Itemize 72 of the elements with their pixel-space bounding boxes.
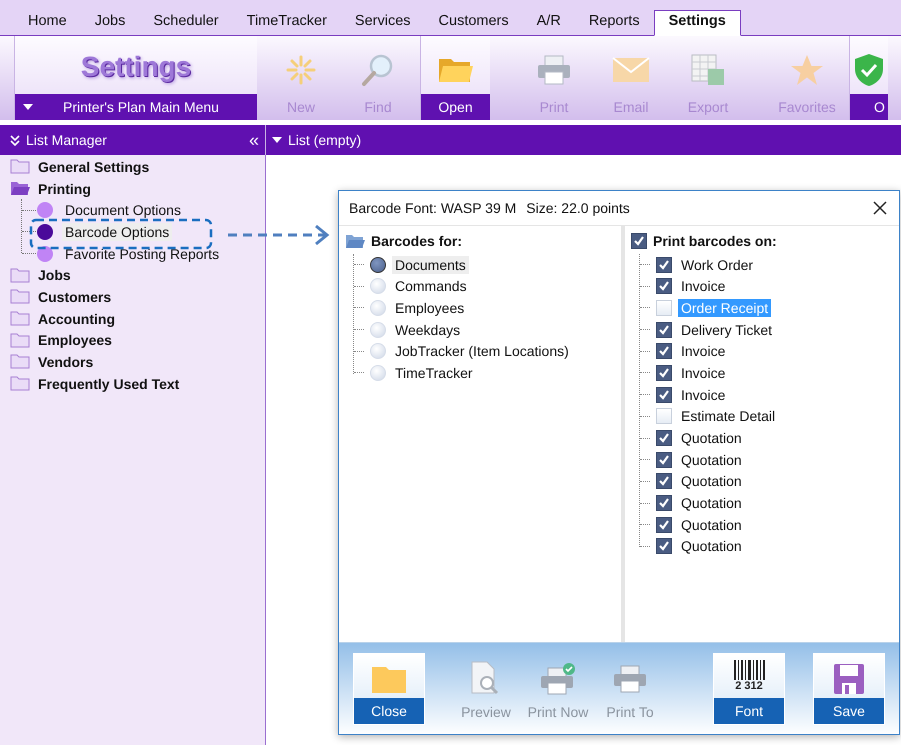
document-label[interactable]: Estimate Detail bbox=[678, 407, 778, 426]
radio-button[interactable] bbox=[370, 256, 386, 272]
document-label[interactable]: Work Order bbox=[678, 256, 756, 274]
menu-tab[interactable]: Services bbox=[340, 10, 425, 36]
checkbox[interactable] bbox=[656, 278, 672, 294]
checkbox[interactable] bbox=[656, 343, 672, 360]
sidebar-item[interactable]: Jobs bbox=[38, 267, 71, 284]
open-button[interactable]: Open bbox=[420, 36, 490, 120]
save-button[interactable]: Save bbox=[813, 652, 885, 724]
double-chevron-icon bbox=[10, 134, 20, 146]
dialog-title: Barcode Font: WASP 39 M bbox=[349, 200, 516, 216]
menu-tab[interactable]: Jobs bbox=[80, 10, 140, 36]
shield-button[interactable]: O bbox=[849, 36, 888, 120]
section-title: Barcodes for: bbox=[371, 233, 462, 249]
caret-icon bbox=[23, 104, 33, 110]
checkbox[interactable] bbox=[656, 473, 672, 490]
checkbox[interactable] bbox=[656, 516, 672, 533]
size-label: Size: 22.0 points bbox=[526, 200, 630, 216]
checkbox[interactable] bbox=[656, 322, 672, 338]
document-label[interactable]: Invoice bbox=[678, 342, 728, 360]
document-label[interactable]: Quotation bbox=[678, 429, 745, 447]
main-menu-button[interactable]: Printer's Plan Main Menu bbox=[15, 94, 257, 120]
sidebar-item[interactable]: Customers bbox=[38, 288, 112, 305]
document-label[interactable]: Quotation bbox=[678, 450, 745, 469]
option-label[interactable]: Employees bbox=[392, 298, 468, 317]
sidebar-item[interactable]: Document Options bbox=[62, 201, 184, 220]
sidebar-item[interactable]: Favorite Posting Reports bbox=[62, 244, 222, 263]
folder-icon bbox=[345, 234, 365, 248]
document-label[interactable]: Quotation bbox=[678, 537, 745, 556]
panel-title: List (empty) bbox=[288, 132, 362, 148]
option-label[interactable]: Commands bbox=[392, 277, 470, 296]
document-label[interactable]: Invoice bbox=[678, 386, 728, 404]
document-label[interactable]: Invoice bbox=[678, 364, 728, 382]
checkbox[interactable] bbox=[656, 386, 672, 403]
menu-tab[interactable]: Reports bbox=[574, 10, 654, 36]
sidebar-item[interactable]: Printing bbox=[38, 180, 91, 197]
sidebar-item[interactable]: Employees bbox=[38, 332, 112, 348]
close-icon[interactable] bbox=[873, 201, 887, 215]
checkbox[interactable] bbox=[631, 233, 647, 249]
checkbox[interactable] bbox=[656, 495, 672, 512]
menu-tab[interactable]: Customers bbox=[424, 10, 523, 36]
checkbox[interactable] bbox=[656, 538, 672, 554]
document-label[interactable]: Quotation bbox=[678, 472, 745, 490]
checkbox[interactable] bbox=[656, 452, 672, 468]
sidebar-item[interactable]: Vendors bbox=[38, 354, 94, 370]
sidebar-item[interactable]: Frequently Used Text bbox=[38, 376, 180, 392]
close-button[interactable]: Close bbox=[353, 652, 425, 724]
document-label[interactable]: Quotation bbox=[678, 516, 745, 534]
caret-icon bbox=[272, 137, 282, 143]
module-title: Settings bbox=[80, 50, 192, 84]
menu-tab[interactable]: Scheduler bbox=[139, 10, 233, 36]
sidebar-item[interactable]: Barcode Options bbox=[62, 222, 172, 241]
section-title: Print barcodes on: bbox=[653, 233, 777, 249]
checkbox[interactable] bbox=[656, 256, 672, 272]
checkbox[interactable] bbox=[656, 364, 672, 381]
collapse-button[interactable]: « bbox=[248, 130, 259, 150]
font-button[interactable]: 2 312 Font bbox=[713, 652, 785, 724]
document-label[interactable]: Quotation bbox=[678, 494, 745, 512]
sidebar-item[interactable]: General Settings bbox=[38, 158, 150, 175]
menu-tab[interactable]: TimeTracker bbox=[232, 10, 341, 36]
menu-tab[interactable]: Settings bbox=[654, 10, 741, 36]
option-label[interactable]: TimeTracker bbox=[392, 364, 476, 382]
panel-title: List Manager bbox=[26, 132, 107, 148]
checkbox[interactable] bbox=[656, 430, 672, 446]
sidebar-item[interactable]: Accounting bbox=[38, 310, 115, 327]
menu-tab[interactable]: Home bbox=[14, 10, 81, 36]
option-label[interactable]: JobTracker (Item Locations) bbox=[392, 342, 572, 360]
document-label[interactable]: Delivery Ticket bbox=[678, 320, 776, 339]
option-label[interactable]: Documents bbox=[392, 256, 469, 274]
menu-tab[interactable]: A/R bbox=[522, 10, 575, 36]
document-label[interactable]: Invoice bbox=[678, 277, 728, 296]
option-label[interactable]: Weekdays bbox=[392, 320, 464, 339]
